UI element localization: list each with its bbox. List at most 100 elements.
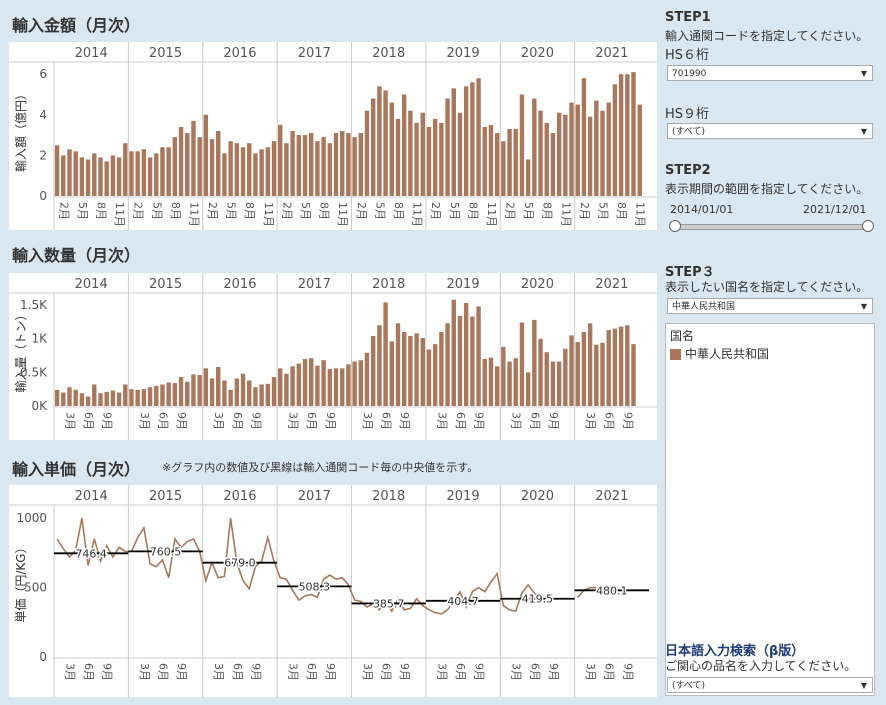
bar bbox=[352, 361, 357, 406]
bar bbox=[532, 319, 537, 406]
bar bbox=[625, 74, 630, 196]
x-tick-label: 3月 bbox=[138, 412, 151, 430]
x-tick-label: 2月 bbox=[504, 202, 517, 220]
bar bbox=[587, 323, 593, 406]
bar bbox=[265, 147, 271, 196]
unit-price-svg: 単価（円/KG）2014 2015 2016 2017 2018 2019 2020 2021… bbox=[9, 485, 657, 697]
y-tick-label: 1K bbox=[31, 332, 48, 346]
legend-item-label: 中華人民共和国 bbox=[685, 347, 770, 361]
bar bbox=[309, 358, 314, 406]
bar bbox=[110, 155, 116, 196]
bar bbox=[135, 151, 140, 196]
x-tick-label: 2月 bbox=[132, 202, 145, 220]
median-label: 385.7 bbox=[373, 597, 405, 610]
hs9-dropdown[interactable]: (すべて) ▼ bbox=[667, 123, 873, 139]
import-quantity-svg: 輸入量（トン） 2014 2015 2016 2017 2018 2019 2020 2021 1… bbox=[9, 273, 657, 440]
bar bbox=[110, 390, 116, 406]
bar bbox=[519, 322, 525, 406]
y-tick-label: 500 bbox=[24, 581, 47, 595]
bar bbox=[135, 389, 140, 406]
year-label: 2019 bbox=[447, 46, 480, 61]
panel1-title: 輸入金額（月次） bbox=[12, 16, 141, 35]
bar bbox=[154, 385, 159, 406]
slider-start-handle[interactable] bbox=[669, 220, 681, 232]
country-dropdown[interactable]: 中華人民共和国 ▼ bbox=[667, 298, 873, 314]
bar bbox=[569, 335, 574, 406]
bar bbox=[141, 389, 147, 406]
x-tick-label: 8月 bbox=[392, 202, 405, 220]
bar bbox=[116, 157, 122, 196]
bar bbox=[302, 358, 308, 406]
x-tick-label: 6月 bbox=[454, 412, 467, 430]
bar bbox=[370, 336, 376, 406]
x-tick-label: 11月 bbox=[559, 202, 572, 227]
y-axis-label: 輸入額（億円） bbox=[13, 88, 28, 172]
bar bbox=[129, 389, 134, 406]
bar bbox=[358, 360, 363, 406]
x-tick-label: 9月 bbox=[101, 663, 114, 681]
x-tick-label: 8月 bbox=[318, 202, 331, 220]
bar bbox=[556, 112, 562, 196]
bar bbox=[271, 377, 277, 406]
x-tick-label: 6月 bbox=[156, 412, 169, 430]
x-tick-label: 6月 bbox=[528, 663, 541, 681]
year-label: 2017 bbox=[298, 489, 331, 504]
y-tick-label: 0 bbox=[39, 189, 47, 203]
y-tick-label: 1000 bbox=[16, 511, 47, 525]
y-tick-label: 2 bbox=[39, 148, 47, 162]
hs6-dropdown[interactable]: 701990 ▼ bbox=[667, 65, 873, 81]
bar bbox=[253, 387, 258, 406]
x-tick-label: 3月 bbox=[510, 663, 523, 681]
bar bbox=[61, 392, 66, 406]
bar bbox=[228, 389, 233, 406]
bar bbox=[432, 118, 438, 196]
bar bbox=[309, 133, 314, 196]
y-tick-label: 0 bbox=[39, 650, 47, 664]
bar bbox=[550, 361, 556, 406]
bar bbox=[247, 143, 252, 196]
x-tick-label: 6月 bbox=[82, 663, 95, 681]
step2-text: 表示期間の範囲を指定してください。 bbox=[665, 182, 869, 196]
date-range-slider[interactable] bbox=[673, 224, 869, 230]
bar bbox=[594, 100, 599, 196]
year-label: 2019 bbox=[447, 277, 480, 292]
bar bbox=[315, 141, 320, 196]
x-tick-label: 3月 bbox=[63, 663, 76, 681]
chevron-down-icon: ▼ bbox=[860, 127, 867, 136]
x-tick-label: 5月 bbox=[448, 202, 461, 220]
bar bbox=[600, 342, 605, 406]
chevron-down-icon: ▼ bbox=[860, 681, 867, 690]
bar bbox=[104, 391, 109, 406]
bar bbox=[166, 382, 171, 406]
bar bbox=[432, 344, 438, 406]
y-tick-label: 6 bbox=[39, 67, 47, 81]
bar bbox=[284, 373, 289, 406]
bar bbox=[327, 143, 333, 196]
slider-end-handle[interactable] bbox=[862, 220, 874, 232]
bar bbox=[85, 159, 91, 196]
year-label: 2019 bbox=[447, 489, 480, 504]
x-tick-label: 3月 bbox=[287, 663, 300, 681]
bar bbox=[370, 98, 376, 196]
search-dropdown[interactable]: (すべて) ▼ bbox=[667, 677, 873, 693]
bar bbox=[501, 141, 506, 196]
x-tick-label: 3月 bbox=[435, 412, 448, 430]
y-tick-label: 1.5K bbox=[20, 298, 48, 312]
bar bbox=[54, 145, 60, 196]
bar bbox=[185, 133, 190, 196]
year-label: 2018 bbox=[372, 277, 405, 292]
bar bbox=[513, 128, 518, 196]
date-to: 2021/12/01 bbox=[803, 203, 867, 216]
bar bbox=[364, 352, 370, 406]
bar bbox=[587, 116, 593, 196]
bar bbox=[364, 110, 370, 196]
legend-item[interactable]: 中華人民共和国 bbox=[670, 345, 769, 362]
step2-heading: STEP2 bbox=[665, 163, 711, 178]
x-tick-label: 6月 bbox=[231, 663, 244, 681]
bar bbox=[383, 302, 388, 406]
bar bbox=[147, 387, 153, 406]
panel3-title: 輸入単価（月次） bbox=[12, 460, 141, 479]
bar bbox=[563, 114, 568, 196]
bar bbox=[507, 128, 512, 196]
x-tick-label: 2月 bbox=[57, 202, 70, 220]
